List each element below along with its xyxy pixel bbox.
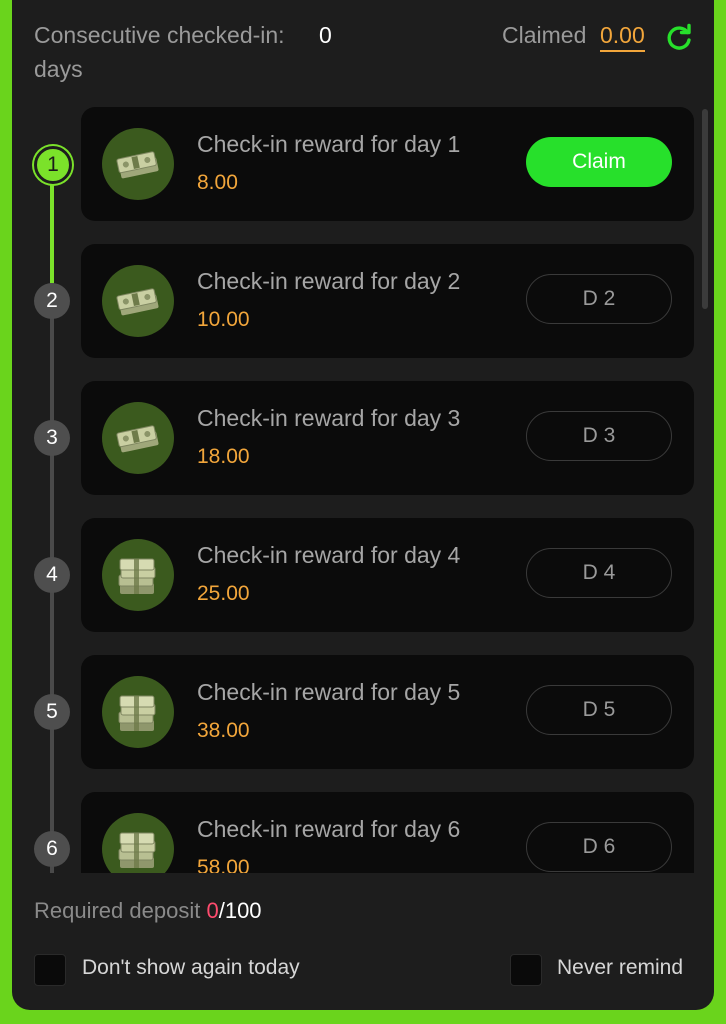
reward-title: Check-in reward for day 5 (197, 679, 461, 705)
reward-amount: 8.00 (197, 171, 238, 194)
reward-title: Check-in reward for day 4 (197, 542, 461, 568)
checkin-header: Consecutive checked-in: 0 days Claimed 0… (34, 20, 704, 90)
reward-row: 2 Check-in reward for day 2 10.00 D 2 (12, 244, 702, 358)
reward-card: Check-in reward for day 5 38.00 D 5 (81, 655, 694, 769)
cash-bundle-icon (102, 265, 174, 337)
deposit-label: Required deposit (34, 898, 201, 923)
deposit-total: /100 (218, 898, 262, 923)
reward-row: 1 Check-in reward for day 1 8.00 Claim (12, 107, 702, 221)
step-indicator: 3 (34, 420, 70, 456)
deposit-current: 0 (206, 898, 219, 923)
reward-card: Check-in reward for day 6 58.00 D 6 (81, 792, 694, 873)
reward-amount: 10.00 (197, 308, 250, 331)
required-deposit: Required deposit 0/100 (34, 898, 262, 924)
claim-button[interactable]: Claim (526, 137, 672, 187)
reward-card: Check-in reward for day 4 25.00 D 4 (81, 518, 694, 632)
consecutive-label: Consecutive checked-in: (34, 22, 285, 48)
dont-show-today-checkbox[interactable] (34, 954, 66, 986)
scrollbar[interactable] (702, 109, 708, 309)
day-locked-button[interactable]: D 4 (526, 548, 672, 598)
never-remind-label[interactable]: Never remind (557, 956, 683, 980)
step-indicator: 2 (34, 283, 70, 319)
never-remind-checkbox[interactable] (510, 954, 542, 986)
reward-card: Check-in reward for day 3 18.00 D 3 (81, 381, 694, 495)
reward-row: 6 Check-in reward for day 6 58.00 D 6 (12, 792, 702, 873)
cash-stack-icon (102, 813, 174, 873)
cash-bundle-icon (102, 128, 174, 200)
claimed-value[interactable]: 0.00 (600, 22, 645, 52)
reward-title: Check-in reward for day 2 (197, 268, 461, 294)
refresh-icon[interactable] (664, 23, 694, 53)
dont-show-today-label[interactable]: Don't show again today (82, 956, 300, 980)
reward-title: Check-in reward for day 1 (197, 131, 461, 157)
cash-stack-icon (102, 676, 174, 748)
step-indicator: 6 (34, 831, 70, 867)
reward-amount: 18.00 (197, 445, 250, 468)
reward-card: Check-in reward for day 1 8.00 Claim (81, 107, 694, 221)
step-indicator: 4 (34, 557, 70, 593)
day-locked-button[interactable]: D 5 (526, 685, 672, 735)
day-locked-button[interactable]: D 3 (526, 411, 672, 461)
reward-amount: 38.00 (197, 719, 250, 742)
reward-list[interactable]: 1 Check-in reward for day 1 8.00 Claim 2 (12, 95, 714, 873)
reward-amount: 58.00 (197, 856, 250, 873)
cash-stack-icon (102, 539, 174, 611)
step-indicator: 1 (34, 146, 72, 184)
reward-title: Check-in reward for day 3 (197, 405, 461, 431)
checkin-panel: Consecutive checked-in: 0 days Claimed 0… (12, 0, 714, 1010)
cash-bundle-icon (102, 402, 174, 474)
claimed-label: Claimed (502, 22, 587, 48)
consecutive-value: 0 (319, 22, 332, 48)
day-locked-button[interactable]: D 2 (526, 274, 672, 324)
reward-row: 3 Check-in reward for day 3 18.00 D 3 (12, 381, 702, 495)
consecutive-unit: days (34, 56, 83, 82)
reward-row: 4 Check-in reward for day 4 25.00 D 4 (12, 518, 702, 632)
reward-card: Check-in reward for day 2 10.00 D 2 (81, 244, 694, 358)
step-indicator: 5 (34, 694, 70, 730)
day-locked-button[interactable]: D 6 (526, 822, 672, 872)
reward-title: Check-in reward for day 6 (197, 816, 461, 842)
reward-amount: 25.00 (197, 582, 250, 605)
reward-row: 5 Check-in reward for day 5 38.00 D 5 (12, 655, 702, 769)
